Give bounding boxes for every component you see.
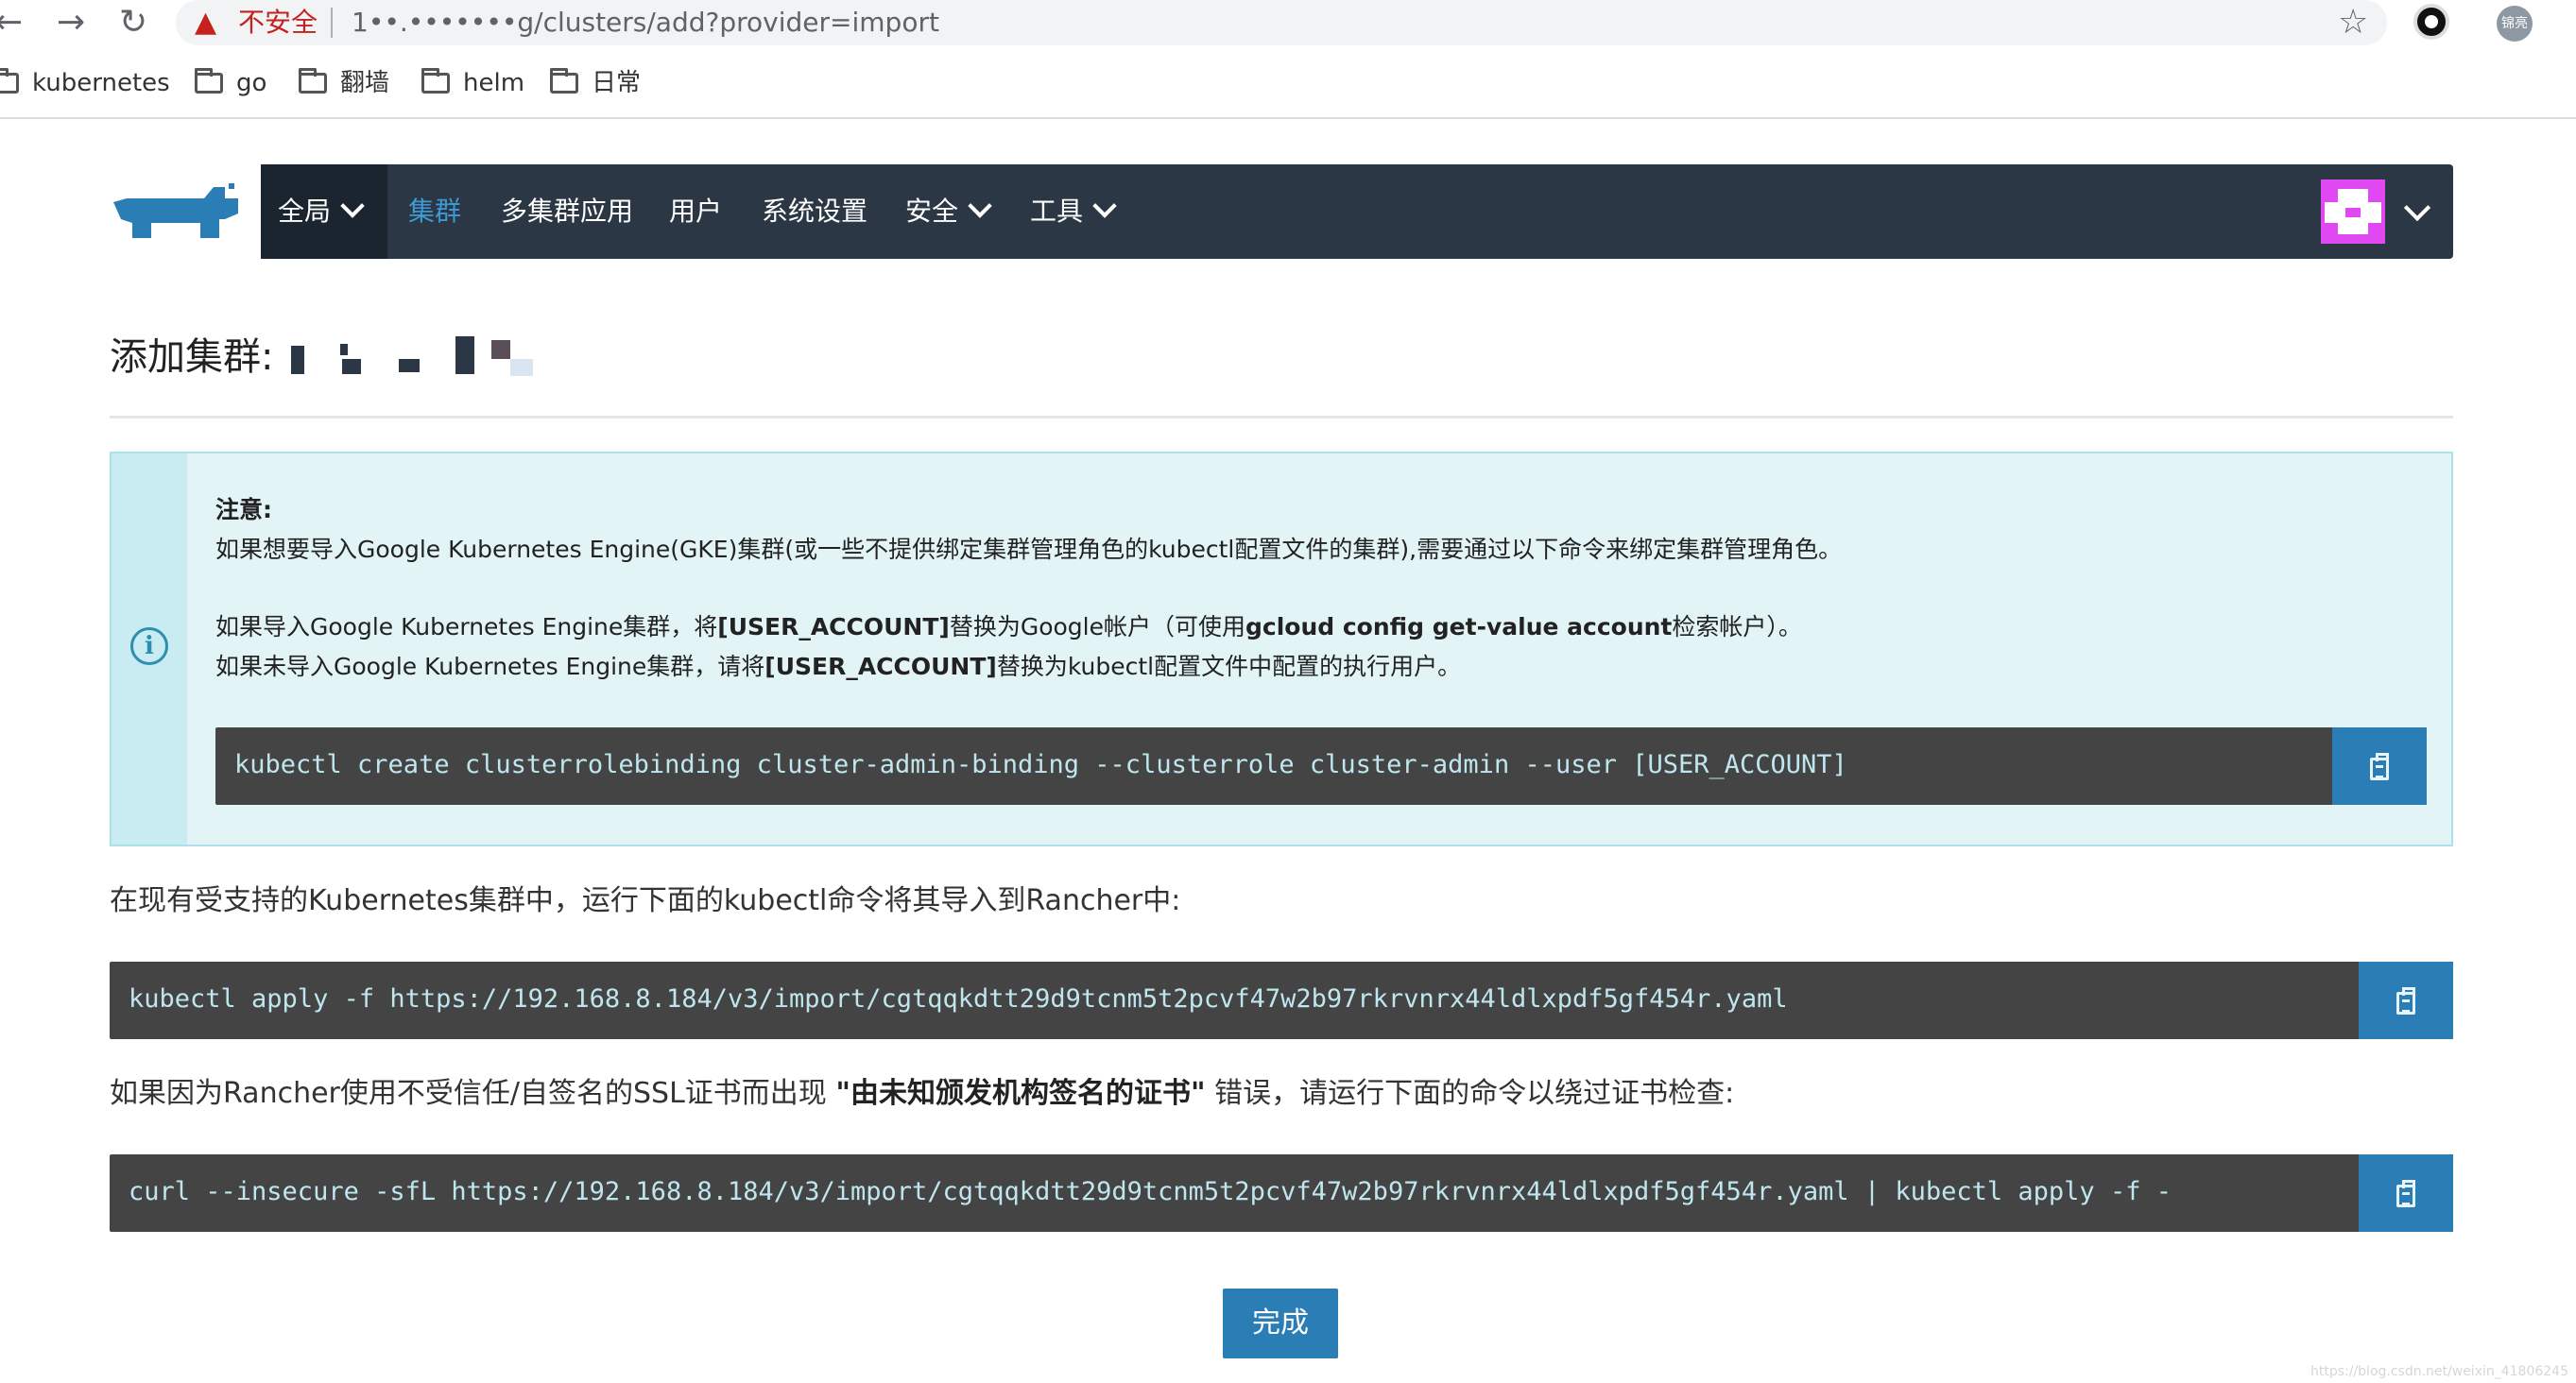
- nav-users[interactable]: 用户: [669, 164, 722, 259]
- nav-multi-cluster-apps[interactable]: 多集群应用: [501, 164, 633, 259]
- folder-icon: [421, 68, 450, 94]
- curl-command[interactable]: curl --insecure -sfL https://192.168.8.1…: [129, 1177, 2172, 1206]
- extension-icon[interactable]: [2413, 4, 2449, 40]
- forward-icon[interactable]: →: [57, 4, 85, 42]
- bookmark-richang[interactable]: 日常: [550, 66, 641, 100]
- nav-clusters[interactable]: 集群: [408, 164, 461, 259]
- note-line-2: 如果导入Google Kubernetes Engine集群，将[USER_AC…: [215, 613, 1802, 640]
- reload-icon[interactable]: ↻: [119, 4, 147, 42]
- bookmarks-bar: kubernetes go 翻墙 helm 日常: [0, 60, 2576, 106]
- copy-import-command-button[interactable]: [2359, 962, 2453, 1039]
- copy-icon: [2396, 987, 2415, 1015]
- bookmark-kubernetes[interactable]: kubernetes: [0, 66, 170, 100]
- star-icon[interactable]: ☆: [2338, 4, 2368, 42]
- nav-tools[interactable]: 工具: [1030, 164, 1117, 259]
- info-icon: i: [130, 627, 168, 665]
- copy-curl-command-button[interactable]: [2359, 1154, 2453, 1232]
- copy-clusterrolebinding-button[interactable]: [2332, 727, 2427, 805]
- copy-icon: [2370, 753, 2389, 780]
- nav-global[interactable]: 全局: [261, 164, 387, 259]
- folder-icon: [0, 68, 19, 94]
- note-line-1: 如果想要导入Google Kubernetes Engine(GKE)集群(或一…: [215, 536, 1843, 563]
- note-sidebar: i: [112, 453, 187, 845]
- chevron-down-icon: [340, 194, 365, 218]
- page-title: 添加集群:: [110, 335, 274, 379]
- folder-icon: [299, 68, 327, 94]
- done-button[interactable]: 完成: [1223, 1289, 1338, 1358]
- url-separator: [331, 8, 333, 38]
- import-command[interactable]: kubectl apply -f https://192.168.8.184/v…: [129, 984, 1788, 1014]
- profile-avatar[interactable]: 锦亮: [2497, 6, 2533, 42]
- url-text[interactable]: 1••.•••••••g/clusters/add?provider=impor…: [352, 6, 939, 40]
- import-instructions: 在现有受支持的Kubernetes集群中，运行下面的kubectl命令将其导入到…: [110, 884, 1181, 917]
- title-divider: [110, 416, 2453, 418]
- insecure-label[interactable]: 不安全: [238, 6, 318, 40]
- nav-security[interactable]: 安全: [905, 164, 992, 259]
- note-line-3: 如果未导入Google Kubernetes Engine集群，请将[USER_…: [215, 653, 1462, 680]
- folder-icon: [195, 68, 223, 94]
- browser-toolbar: ← → ↻ ▲ 不安全 1••.•••••••g/clusters/add?pr…: [0, 0, 2576, 49]
- rancher-logo[interactable]: [110, 181, 242, 248]
- import-code-block: kubectl apply -f https://192.168.8.184/v…: [110, 962, 2453, 1039]
- ssl-instructions: 如果因为Rancher使用不受信任/自签名的SSL证书而出现 "由未知颁发机构签…: [110, 1077, 1735, 1110]
- top-navbar: 全局 集群 多集群应用 用户 系统设置 安全 工具: [261, 164, 2453, 259]
- nav-settings[interactable]: 系统设置: [762, 164, 867, 259]
- chevron-down-icon[interactable]: [2403, 194, 2431, 222]
- bookmark-go[interactable]: go: [195, 66, 266, 100]
- clusterrolebinding-code-block: kubectl create clusterrolebinding cluste…: [215, 727, 2427, 805]
- chevron-down-icon: [968, 194, 992, 218]
- note-heading: 注意:: [215, 496, 272, 523]
- browser-chrome: ← → ↻ ▲ 不安全 1••.•••••••g/clusters/add?pr…: [0, 0, 2576, 119]
- user-avatar[interactable]: [2321, 179, 2385, 244]
- chevron-down-icon: [1092, 194, 1117, 218]
- warning-icon[interactable]: ▲: [195, 6, 216, 40]
- clusterrolebinding-command[interactable]: kubectl create clusterrolebinding cluste…: [234, 750, 1847, 779]
- watermark: https://blog.csdn.net/weixin_41806245: [2310, 1364, 2568, 1379]
- back-icon[interactable]: ←: [0, 4, 23, 42]
- copy-icon: [2396, 1180, 2415, 1207]
- bookmark-fanqiang[interactable]: 翻墙: [299, 66, 389, 100]
- bookmark-helm[interactable]: helm: [421, 66, 524, 100]
- note-box: i 注意: 如果想要导入Google Kubernetes Engine(GKE…: [110, 452, 2453, 846]
- folder-icon: [550, 68, 578, 94]
- curl-code-block: curl --insecure -sfL https://192.168.8.1…: [110, 1154, 2453, 1232]
